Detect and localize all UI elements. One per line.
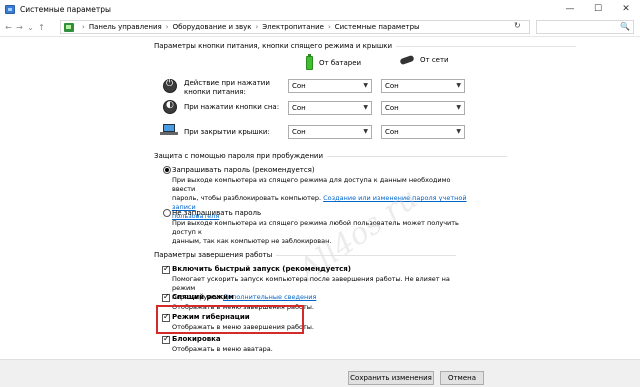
control-panel-icon <box>5 4 15 14</box>
title-bar: Системные параметры — ☐ ✕ <box>0 0 640 18</box>
window-title: Системные параметры <box>20 4 111 14</box>
power-icon <box>163 79 177 93</box>
description-line: При выходе компьютера из спящего режима … <box>172 176 451 193</box>
require-password-label[interactable]: Запрашивать пароль (рекомендуется) <box>172 166 315 174</box>
description-line: данным, так как компьютер не заблокирова… <box>172 237 332 245</box>
chevron-down-icon: ▼ <box>456 104 461 111</box>
no-password-label[interactable]: Не запрашивать пароль <box>172 209 261 217</box>
chevron-down-icon: ▼ <box>456 128 461 135</box>
lock-label[interactable]: Блокировка <box>172 335 221 343</box>
select-value: Сон <box>292 128 306 136</box>
fast-startup-label[interactable]: Включить быстрый запуск (рекомендуется) <box>172 265 351 273</box>
breadcrumb-separator: › <box>82 23 85 31</box>
column-label: От сети <box>420 56 449 64</box>
search-input[interactable]: 🔍 <box>536 20 634 34</box>
chevron-down-icon: ▼ <box>363 104 368 111</box>
select-value: Сон <box>292 104 306 112</box>
section-heading: Защита с помощью пароля при пробуждении <box>154 152 508 160</box>
description-line: При выходе компьютера из спящего режима … <box>172 219 459 236</box>
chevron-down-icon: ▼ <box>363 82 368 89</box>
row-label: Действие при нажатии кнопки питания: <box>184 79 270 96</box>
breadcrumb-item[interactable]: Панель управления <box>89 23 162 31</box>
power-button-ac-select[interactable]: Сон ▼ <box>381 79 465 93</box>
divider <box>396 45 577 47</box>
sleep-button-ac-select[interactable]: Сон ▼ <box>381 101 465 115</box>
breadcrumb-separator: › <box>255 23 259 31</box>
select-value: Сон <box>385 128 399 136</box>
sleep-checkbox[interactable] <box>162 292 170 302</box>
settings-content: Параметры кнопки питания, кнопки спящего… <box>0 37 640 359</box>
maximize-button[interactable]: ☐ <box>584 0 612 18</box>
sleep-label[interactable]: Спящий режим <box>172 293 234 301</box>
refresh-icon[interactable]: ↻ <box>514 21 521 30</box>
sleep-icon <box>163 100 177 114</box>
power-button-battery-select[interactable]: Сон ▼ <box>288 79 372 93</box>
breadcrumb[interactable]: › Панель управления › Оборудование и зву… <box>60 20 530 34</box>
control-panel-icon <box>64 22 74 32</box>
chevron-down-icon: ▼ <box>363 128 368 135</box>
lock-description: Отображать в меню аватара. <box>172 345 273 353</box>
row-label: При закрытии крышки: <box>184 128 270 136</box>
description-line: Помогает ускорить запуск компьютера посл… <box>172 275 450 292</box>
breadcrumb-separator: › <box>165 23 169 31</box>
up-arrow-icon[interactable]: ↑ <box>36 20 47 34</box>
section-title: Защита с помощью пароля при пробуждении <box>154 152 324 160</box>
chevron-down-icon: ▼ <box>456 82 461 89</box>
divider <box>327 155 508 157</box>
select-value: Сон <box>385 104 399 112</box>
divider <box>276 254 457 256</box>
hibernate-highlight-box <box>156 305 304 334</box>
lid-close-ac-select[interactable]: Сон ▼ <box>381 125 465 139</box>
plug-icon <box>399 54 415 66</box>
battery-icon <box>306 54 313 70</box>
section-heading: Параметры кнопки питания, кнопки спящего… <box>154 42 577 50</box>
breadcrumb-item[interactable]: Оборудование и звук <box>173 23 252 31</box>
window-controls: — ☐ ✕ <box>556 0 640 18</box>
close-button[interactable]: ✕ <box>612 0 640 18</box>
laptop-icon <box>160 124 178 136</box>
column-header-ac: От сети <box>399 54 449 66</box>
section-title: Параметры кнопки питания, кнопки спящего… <box>154 42 393 50</box>
no-password-radio[interactable] <box>163 209 171 217</box>
fast-startup-checkbox[interactable] <box>162 264 170 274</box>
search-icon: 🔍 <box>620 22 630 31</box>
lock-checkbox[interactable] <box>162 334 170 344</box>
select-value: Сон <box>292 82 306 90</box>
breadcrumb-item[interactable]: Электропитание <box>262 23 324 31</box>
description-text: пароль, чтобы разблокировать компьютер. <box>172 194 322 202</box>
require-password-radio[interactable] <box>163 166 171 174</box>
lid-close-battery-select[interactable]: Сон ▼ <box>288 125 372 139</box>
breadcrumb-separator: › <box>327 23 331 31</box>
recent-chevron-icon[interactable]: ⌄ <box>25 20 36 34</box>
dialog-footer: Сохранить изменения Отмена <box>0 359 640 387</box>
column-label: От батареи <box>319 59 362 67</box>
breadcrumb-item[interactable]: Системные параметры <box>335 23 420 31</box>
back-arrow-icon[interactable]: ← <box>3 20 14 34</box>
column-header-battery: От батареи <box>306 54 362 70</box>
cancel-button[interactable]: Отмена <box>440 371 484 385</box>
select-value: Сон <box>385 82 399 90</box>
save-changes-button[interactable]: Сохранить изменения <box>348 371 434 385</box>
forward-arrow-icon[interactable]: → <box>14 20 25 34</box>
more-info-link[interactable]: Дополнительные сведения <box>223 293 316 301</box>
no-password-description: При выходе компьютера из спящего режима … <box>172 219 472 246</box>
address-bar: ← → ⌄ ↑ › Панель управления › Оборудован… <box>0 18 640 37</box>
section-title: Параметры завершения работы <box>154 251 273 259</box>
minimize-button[interactable]: — <box>556 0 584 18</box>
sleep-button-battery-select[interactable]: Сон ▼ <box>288 101 372 115</box>
row-label: При нажатии кнопки сна: <box>184 103 280 111</box>
section-heading: Параметры завершения работы <box>154 251 457 259</box>
